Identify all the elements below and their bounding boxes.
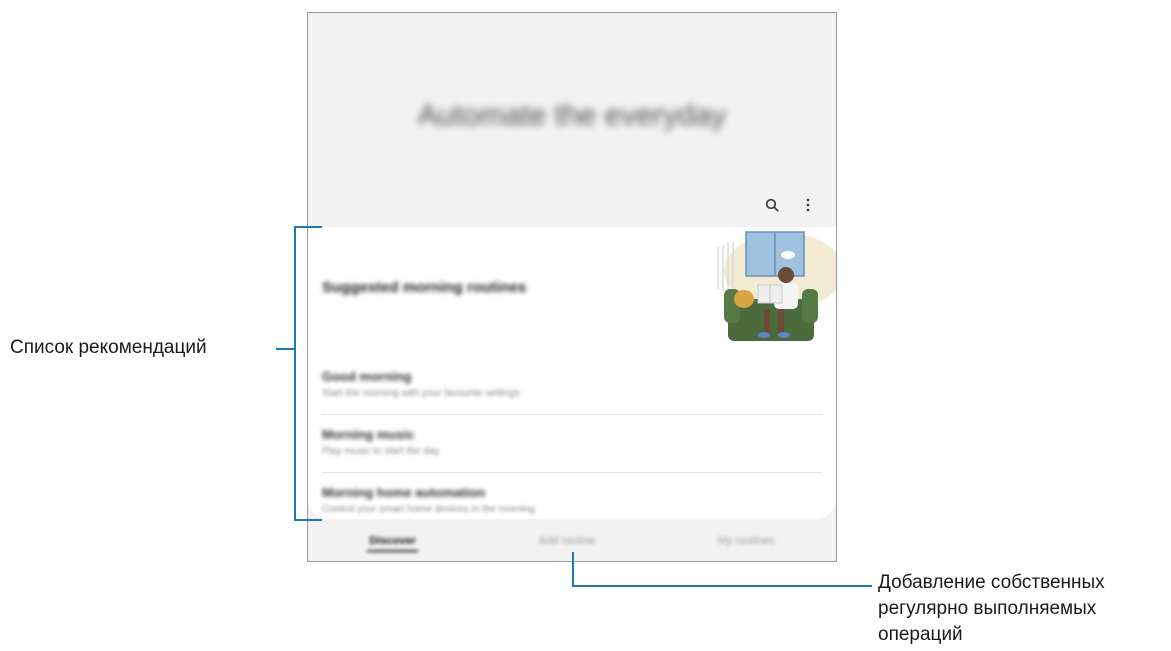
list-item-title: Good morning: [322, 369, 412, 384]
recommendations-leader-line: [276, 348, 294, 350]
suggestions-title: Suggested morning routines: [322, 279, 527, 296]
suggestions-list: Good morning Start the morning with your…: [322, 357, 822, 531]
add-routines-callout: Добавление собственных регулярно выполня…: [878, 570, 1168, 648]
list-item-title: Morning music: [322, 427, 415, 442]
person-reading-illustration: [717, 231, 836, 341]
list-item-subtitle: Control your smart home devices in the m…: [322, 504, 535, 515]
list-item-subtitle: Start the morning with your favourite se…: [322, 388, 520, 399]
list-item-title: Morning home automation: [322, 485, 486, 500]
recommendations-bracket: [294, 226, 322, 521]
recommendations-callout: Список рекомендаций: [10, 337, 207, 358]
add-routines-callout-line: Добавление собственных: [878, 572, 1105, 593]
tab-add-routine[interactable]: Add routine: [529, 529, 605, 553]
list-item[interactable]: Morning music Play music to start the da…: [322, 415, 822, 473]
search-icon[interactable]: [762, 195, 782, 215]
add-routines-callout-line: операций: [878, 624, 963, 645]
hero-title: Automate the everyday: [417, 99, 727, 132]
tab-my-routines[interactable]: My routines: [708, 529, 785, 553]
more-options-icon[interactable]: [798, 195, 818, 215]
device-screen: Automate the everyday Suggested morning …: [307, 12, 837, 562]
suggestions-card: Suggested morning routines Good morning …: [308, 227, 836, 519]
add-routine-leader-horizontal: [572, 585, 872, 587]
list-item[interactable]: Good morning Start the morning with your…: [322, 357, 822, 415]
toolbar: [762, 195, 818, 215]
add-routines-callout-line: регулярно выполняемых: [878, 598, 1097, 619]
list-item-subtitle: Play music to start the day: [322, 446, 440, 457]
add-routine-leader-vertical: [572, 552, 574, 586]
tab-discover[interactable]: Discover: [359, 529, 425, 553]
